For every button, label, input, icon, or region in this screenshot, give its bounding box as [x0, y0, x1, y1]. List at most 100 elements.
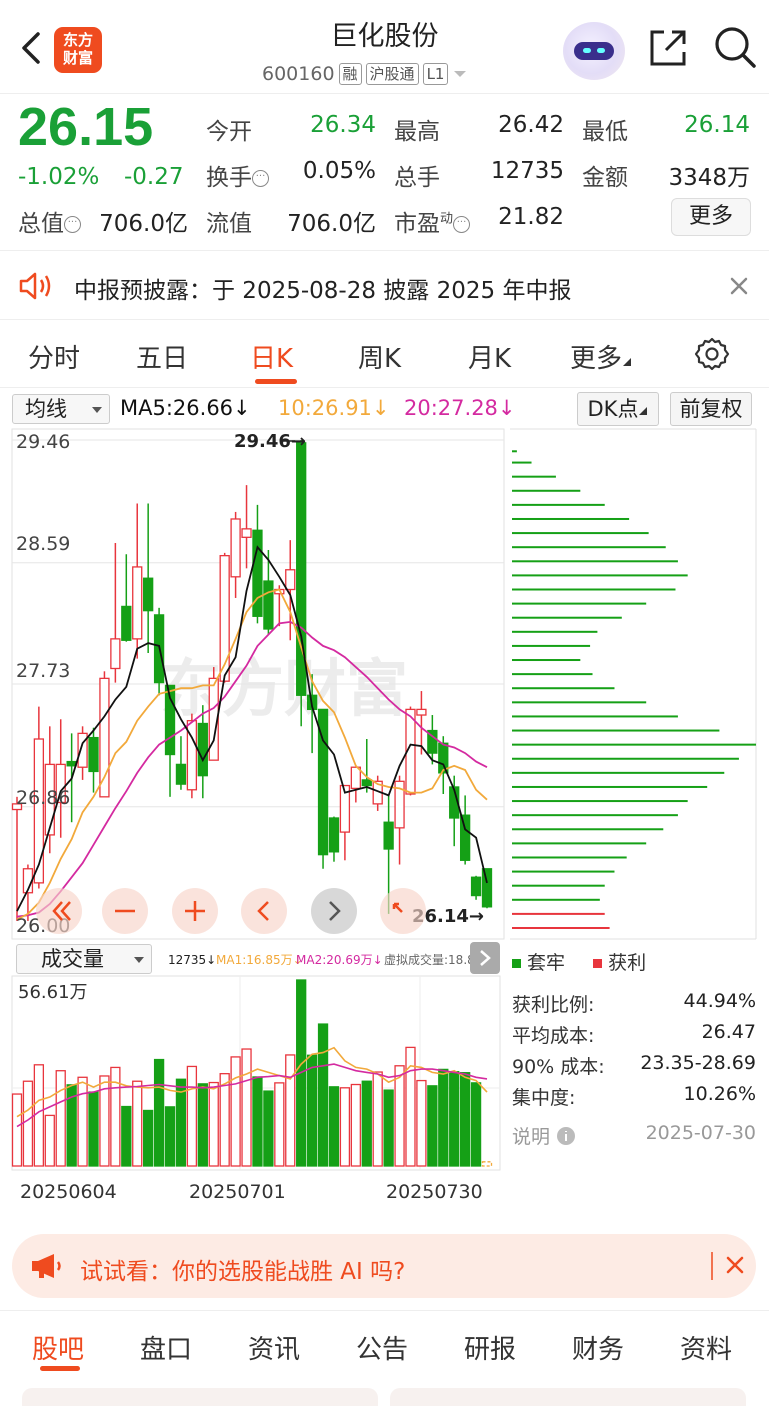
- tab-order-book[interactable]: 盘口: [140, 1329, 192, 1366]
- volume-bar: [470, 1082, 482, 1167]
- pan-left-button[interactable]: [241, 888, 287, 934]
- volume-bar: [11, 1093, 23, 1167]
- volume-bar: [350, 1083, 361, 1167]
- vol-legend-value: 12735↓: [168, 953, 216, 967]
- volume-bar: [285, 1054, 296, 1167]
- candle-body: [241, 528, 252, 538]
- volume-bar: [438, 1068, 449, 1167]
- chip-bar: [512, 517, 630, 520]
- volume-bar: [427, 1085, 438, 1167]
- volume-bar: [317, 1023, 329, 1167]
- cost-90-value: 23.35-28.69: [640, 1052, 756, 1074]
- active-tab-underline: [40, 1366, 80, 1371]
- volume-bar: [372, 1071, 383, 1167]
- chip-bar: [512, 927, 610, 929]
- profit-swatch: [593, 959, 603, 968]
- candle-body: [481, 868, 493, 908]
- chip-bar: [512, 574, 688, 577]
- chip-bar: [512, 588, 676, 591]
- tab-research[interactable]: 研报: [464, 1329, 516, 1366]
- tab-announcements[interactable]: 公告: [356, 1329, 408, 1366]
- expand-button[interactable]: [380, 888, 426, 934]
- tab-financials[interactable]: 财务: [572, 1329, 624, 1366]
- volume-bar: [121, 1105, 132, 1167]
- card-peek: [22, 1388, 378, 1406]
- volume-bar: [77, 1076, 88, 1167]
- megaphone-icon: [32, 1254, 61, 1278]
- concentration-value: 10.26%: [683, 1083, 756, 1105]
- chip-bar: [512, 489, 581, 492]
- chip-bar: [512, 546, 666, 549]
- chip-bar: [512, 644, 591, 647]
- ai-challenge-banner[interactable]: 试试看：你的选股能战胜 AI 吗?: [12, 1234, 756, 1298]
- y-tick-label: 28.59: [16, 533, 70, 555]
- candle-body: [66, 760, 77, 767]
- candle-body: [285, 569, 296, 591]
- volume-bar: [306, 1054, 318, 1167]
- candle-body: [132, 566, 143, 640]
- pan-right-button[interactable]: [311, 888, 357, 934]
- candle-body: [459, 814, 471, 861]
- concentration-label: 集中度:: [512, 1087, 576, 1109]
- y-tick-label: 26.86: [16, 787, 70, 809]
- zoom-in-button[interactable]: [172, 888, 218, 934]
- chip-bar: [512, 475, 556, 478]
- close-icon[interactable]: [710, 1252, 750, 1280]
- chip-bar: [512, 898, 600, 901]
- watermark: 东方财富: [160, 652, 408, 725]
- candle-body: [470, 876, 482, 897]
- cost-90-label: 90% 成本:: [512, 1056, 605, 1078]
- plus-icon: [185, 901, 205, 921]
- tab-news[interactable]: 资讯: [248, 1329, 300, 1366]
- candle-body: [33, 738, 45, 884]
- volume-bar: [481, 1161, 493, 1167]
- high-marker-label: 29.46→: [234, 431, 306, 452]
- volume-bar: [55, 1070, 66, 1167]
- chip-bar: [512, 659, 581, 662]
- volume-bar: [274, 1082, 285, 1167]
- expand-panel-button[interactable]: [470, 942, 500, 974]
- chip-bar: [512, 701, 647, 704]
- chip-bar: [512, 884, 605, 887]
- volume-bar: [153, 1058, 165, 1167]
- chip-bar: [512, 630, 598, 633]
- chip-date: 2025-07-30: [645, 1122, 756, 1144]
- kline-chart[interactable]: 东方财富 29.46 28.59 27.73 26.86 26.00 29.46…: [0, 0, 769, 1230]
- chip-bar: [512, 814, 678, 817]
- volume-indicator-select[interactable]: 成交量: [16, 944, 152, 974]
- volume-bar: [219, 1073, 230, 1167]
- chip-note[interactable]: 说明: [512, 1122, 576, 1149]
- double-chevron-left-icon: [52, 901, 71, 921]
- candle-body: [121, 605, 132, 641]
- y-tick-label: 27.73: [16, 660, 70, 682]
- volume-bar: [383, 1089, 394, 1167]
- chip-bar: [512, 729, 720, 732]
- candle-body: [99, 677, 110, 798]
- chip-bar: [512, 532, 649, 535]
- chip-bar: [512, 616, 622, 619]
- candle-body: [197, 722, 208, 777]
- date-label: 20250604: [20, 1181, 117, 1203]
- chip-bar: [512, 856, 627, 859]
- tab-profile[interactable]: 资料: [680, 1329, 732, 1366]
- candle-body: [110, 638, 121, 670]
- zoom-out-button[interactable]: [102, 888, 148, 934]
- tab-guba[interactable]: 股吧: [32, 1329, 84, 1366]
- info-icon: [557, 1127, 576, 1145]
- volume-max-label: 56.61万: [18, 982, 88, 1003]
- chevron-right-icon: [480, 950, 491, 966]
- profit-ratio-value: 44.94%: [683, 990, 756, 1012]
- volume-bar: [449, 1071, 460, 1167]
- collapse-button[interactable]: [36, 888, 82, 934]
- avg-cost-value: 26.47: [701, 1021, 756, 1043]
- chip-bar: [512, 687, 615, 690]
- date-label: 20250730: [386, 1181, 483, 1203]
- volume-bar: [208, 1081, 219, 1167]
- volume-bar: [394, 1065, 405, 1167]
- volume-bar: [143, 1109, 154, 1167]
- vol-legend-ma1: MA1:16.85万↓: [216, 953, 303, 967]
- volume-bar: [339, 1087, 351, 1167]
- candle-body: [361, 779, 372, 787]
- volume-bar: [197, 1083, 208, 1167]
- chip-bar: [512, 461, 532, 464]
